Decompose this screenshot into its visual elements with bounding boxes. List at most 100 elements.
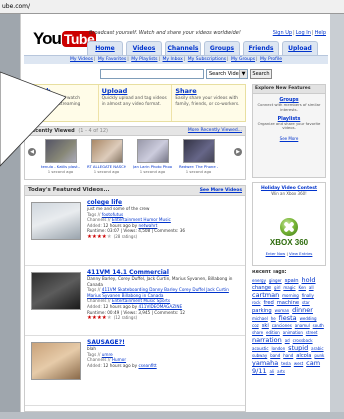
tag-link[interactable]: fred (263, 300, 273, 306)
see-more-videos-link[interactable]: See More Videos (200, 186, 242, 195)
tag-link[interactable]: hand (283, 353, 293, 358)
tag-link[interactable]: south (313, 323, 324, 328)
tag-link[interactable]: punk (314, 353, 324, 358)
tag-link[interactable]: rock (252, 300, 261, 305)
video-thumbnail[interactable] (90, 139, 123, 163)
tag-link[interactable]: street (306, 330, 318, 335)
log-in-link[interactable]: Log In (296, 30, 311, 36)
tag-link[interactable]: anamul (295, 323, 310, 328)
video-thumbnail[interactable] (136, 139, 169, 163)
video-author[interactable]: cseanfitt (138, 363, 156, 368)
video-thumbnail[interactable] (44, 139, 77, 163)
tab-home[interactable]: Home (87, 41, 123, 55)
video-title[interactable]: 411VM 14.1 Commercial (87, 269, 243, 276)
my-playlists-link[interactable]: My Playlists (131, 57, 157, 62)
video-tags[interactable]: footofutus (102, 212, 123, 217)
tab-channels[interactable]: Channels (165, 41, 201, 55)
search-button[interactable]: Search (250, 69, 272, 79)
tag-link[interactable]: edition (266, 330, 280, 335)
my-subscriptions-link[interactable]: My Subscriptions (188, 57, 226, 62)
tag-link[interactable]: cam (306, 359, 320, 367)
tag-link[interactable]: parking (252, 308, 272, 314)
tag-link[interactable]: Ken (299, 285, 306, 290)
enter-now-link[interactable]: Enter Now (266, 251, 286, 256)
intro-share-title[interactable]: Share (175, 87, 242, 95)
tag-link[interactable]: woman (275, 308, 290, 313)
recent-video[interactable]: tenulo - Katlis plast... 1 second ago (41, 139, 80, 174)
search-scope-select[interactable]: Search Videos ▼ (206, 69, 248, 79)
video-tags[interactable]: 411VM Skateboarding Danny Barley Corey D… (87, 287, 229, 298)
tag-link[interactable]: canciones (272, 323, 292, 328)
tag-link[interactable]: wedding (300, 316, 317, 321)
tag-link[interactable]: london (272, 346, 286, 351)
tag-link[interactable]: band (270, 353, 280, 358)
tag-link[interactable]: cartman (252, 291, 279, 299)
my-favorites-link[interactable]: My Favorites (98, 57, 126, 62)
tag-link[interactable]: ali (270, 369, 275, 374)
recent-video[interactable]: Redwer: The Phone - Mil...1 second ago (179, 139, 218, 174)
video-channels[interactable]: Humor (112, 357, 126, 362)
tab-friends[interactable]: Friends (243, 41, 279, 55)
tag-link[interactable]: west (294, 361, 303, 366)
xbox-logo-icon[interactable] (280, 218, 298, 236)
tag-link[interactable]: energy (252, 278, 266, 283)
tag-link[interactable]: tesla (281, 361, 291, 366)
tag-link[interactable]: ad (285, 338, 290, 343)
video-title[interactable]: colege life (87, 199, 243, 206)
prev-arrow-icon[interactable]: ◀ (28, 148, 36, 156)
video-channels[interactable]: Entertainment Music Sports (112, 298, 170, 303)
tag-link[interactable]: animation (283, 330, 303, 335)
tag-link[interactable]: morning (282, 293, 299, 298)
video-author[interactable]: netwahrt (138, 223, 157, 228)
intro-watch-title[interactable]: Watch (28, 87, 95, 95)
tag-link[interactable]: arabic (311, 346, 323, 351)
tag-link[interactable]: 9/11 (252, 367, 267, 375)
my-videos-link[interactable]: My Videos (70, 57, 93, 62)
tag-link[interactable]: hold (302, 276, 316, 284)
intro-upload-title[interactable]: Upload (102, 87, 169, 95)
tag-link[interactable]: he (271, 316, 276, 321)
tag-link[interactable]: finally (302, 293, 314, 298)
video-author[interactable]: 411VIDEOMAGAZINE (138, 304, 182, 309)
see-more-features-link[interactable]: See More (253, 136, 325, 141)
tag-link[interactable]: stupid (288, 344, 308, 352)
tab-videos[interactable]: Videos (126, 41, 162, 55)
search-input[interactable] (100, 69, 204, 79)
tag-link[interactable]: magic (283, 285, 295, 290)
tag-link[interactable]: subway (252, 353, 267, 358)
tag-link[interactable]: share (252, 330, 263, 335)
next-arrow-icon[interactable]: ▶ (234, 148, 242, 156)
my-groups-link[interactable]: My Groups (231, 57, 255, 62)
video-thumbnail[interactable] (182, 139, 215, 163)
sign-up-link[interactable]: Sign Up (273, 30, 292, 36)
video-title[interactable]: SAUSAGE?! (87, 339, 243, 346)
view-entries-link[interactable]: View Entries (289, 251, 312, 256)
tag-link[interactable]: yamaha (252, 359, 278, 367)
recent-video[interactable]: Jan Larin Photo Phook...1 second ago (133, 139, 172, 174)
tag-link[interactable]: spain (285, 278, 299, 284)
tag-link[interactable]: ginger (269, 278, 282, 283)
video-thumbnail[interactable] (31, 342, 81, 380)
tag-link[interactable]: fiesta (279, 314, 297, 322)
tag-link[interactable]: ski (262, 323, 269, 329)
tag-link[interactable]: girl (274, 285, 280, 290)
more-recently-viewed-link[interactable]: More Recently Viewed... (188, 127, 242, 135)
tag-link[interactable]: star (302, 300, 310, 305)
video-thumbnail[interactable] (31, 202, 81, 240)
tag-link[interactable]: arts (277, 369, 285, 374)
help-link[interactable]: Help (315, 30, 326, 36)
video-thumbnail[interactable] (31, 272, 81, 310)
tag-link[interactable]: acoustic (252, 346, 269, 351)
tab-upload[interactable]: Upload (282, 41, 318, 55)
recent-video[interactable]: RT ALLEGATE NASCHEDE...1 second ago (87, 139, 126, 174)
tag-link[interactable]: narration (252, 336, 282, 344)
tag-link[interactable]: dinner (292, 306, 313, 314)
tag-link[interactable]: crossback (293, 338, 313, 343)
tab-groups[interactable]: Groups (204, 41, 240, 55)
tag-link[interactable]: coz (252, 323, 259, 328)
address-bar[interactable]: ube.com/ (0, 0, 344, 14)
my-inbox-link[interactable]: My Inbox (163, 57, 183, 62)
video-channels[interactable]: Entertainment Humor Music (112, 217, 171, 222)
my-profile-link[interactable]: My Profile (260, 57, 282, 62)
tag-link[interactable]: michael (252, 316, 268, 321)
